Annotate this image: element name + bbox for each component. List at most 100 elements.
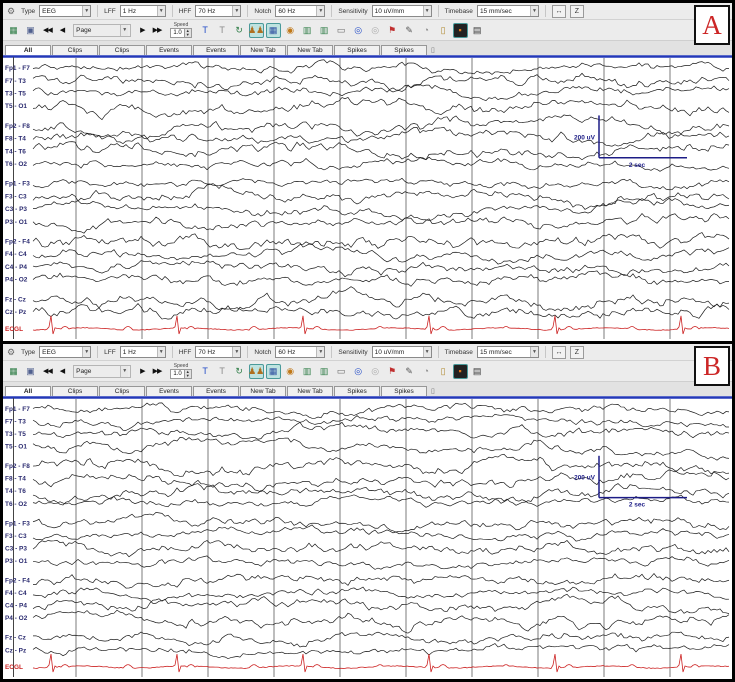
tab-events[interactable]: Events: [146, 45, 192, 55]
zoom-out-icon[interactable]: ◎: [368, 23, 383, 38]
type-select[interactable]: EEG▼: [39, 346, 91, 358]
separator: [438, 5, 439, 17]
fit-width-button[interactable]: ↔: [552, 5, 566, 18]
new-tab-page-icon[interactable]: ▯: [431, 387, 435, 396]
text-tool-icon[interactable]: T: [215, 23, 230, 38]
fast-forward-button[interactable]: ▶▶: [150, 365, 165, 377]
next-page-button[interactable]: ▶: [137, 365, 147, 377]
montage-table-icon[interactable]: ▦: [266, 364, 281, 379]
montage-table-icon[interactable]: ▦: [266, 23, 281, 38]
tab-new-tab[interactable]: New Tab: [287, 386, 333, 396]
channel-label: T4 - T6: [5, 488, 26, 495]
video-camera-icon[interactable]: ▣: [23, 364, 38, 379]
hff-select[interactable]: 70 Hz▼: [195, 346, 241, 358]
next-page-button[interactable]: ▶: [137, 24, 147, 36]
tab-new-tab[interactable]: New Tab: [287, 45, 333, 55]
settings-gear-icon[interactable]: ⚙: [7, 347, 15, 358]
notch-select[interactable]: 60 Hz▼: [275, 346, 325, 358]
spinner-arrows-icon[interactable]: ▲▼: [184, 29, 191, 37]
tab-clips[interactable]: Clips: [52, 45, 98, 55]
tab-all[interactable]: All: [5, 386, 51, 396]
clipboard-icon[interactable]: ▯: [436, 23, 451, 38]
nav-toolbar: ▦▣ ◀◀ ◀ Page▼ ▶ ▶▶ Speed 1.0▲▼ TT↻♟♟▦◉▥▥…: [3, 20, 732, 41]
chevron-down-icon: ▼: [423, 6, 431, 16]
speed-control[interactable]: Speed 1.0▲▼: [170, 23, 191, 38]
hff-select[interactable]: 70 Hz▼: [195, 5, 241, 17]
notch-select[interactable]: 60 Hz▼: [275, 5, 325, 17]
fast-backward-button[interactable]: ◀◀: [40, 365, 55, 377]
montage-reload-icon[interactable]: ↻: [232, 23, 247, 38]
refresh-button[interactable]: Z: [570, 346, 584, 359]
fast-forward-button[interactable]: ▶▶: [150, 24, 165, 36]
zoom-in-icon[interactable]: ◎: [351, 364, 366, 379]
printer-icon[interactable]: ▭: [334, 23, 349, 38]
screen-copy-icon[interactable]: ▥: [317, 23, 332, 38]
channel-label: Fp2 - F8: [5, 463, 30, 470]
zoom-in-icon[interactable]: ◎: [351, 23, 366, 38]
tab-spikes[interactable]: Spikes: [381, 386, 427, 396]
eeg-display-area[interactable]: Fp1 - F7F7 - T3T3 - T5T5 - O1Fp2 - F8F8 …: [3, 396, 732, 679]
tab-new-tab[interactable]: New Tab: [240, 45, 286, 55]
timebase-select[interactable]: 15 mm/sec▼: [477, 346, 539, 358]
type-select[interactable]: EEG▼: [39, 5, 91, 17]
spinner-arrows-icon[interactable]: ▲▼: [184, 370, 191, 378]
screen-share-icon[interactable]: ▥: [300, 364, 315, 379]
tab-clips[interactable]: Clips: [99, 45, 145, 55]
record-icon[interactable]: ◉: [283, 23, 298, 38]
tab-events[interactable]: Events: [193, 45, 239, 55]
settings-gear-icon[interactable]: ⚙: [7, 6, 15, 17]
new-tab-page-icon[interactable]: ▯: [431, 46, 435, 55]
previous-page-button[interactable]: ◀: [57, 365, 67, 377]
page-select[interactable]: Page▼: [73, 24, 131, 37]
tab-clips[interactable]: Clips: [99, 386, 145, 396]
clock-icon[interactable]: ◔: [419, 23, 434, 38]
tab-spikes[interactable]: Spikes: [334, 45, 380, 55]
sticky-note-icon[interactable]: ▪: [453, 23, 468, 38]
tab-spikes[interactable]: Spikes: [381, 45, 427, 55]
text-tool-icon[interactable]: T: [215, 364, 230, 379]
tab-events[interactable]: Events: [146, 386, 192, 396]
speed-control[interactable]: Speed 1.0▲▼: [170, 364, 191, 379]
montage-grid-icon[interactable]: ▦: [6, 23, 21, 38]
eeg-trace-Fp2-F4: [33, 574, 729, 589]
annotation-flag-icon[interactable]: ⚑: [385, 23, 400, 38]
annotate-text-icon[interactable]: T: [198, 364, 213, 379]
lff-select[interactable]: 1 Hz▼: [120, 346, 166, 358]
patients-icon[interactable]: ♟♟: [249, 23, 264, 38]
timebase-select[interactable]: 15 mm/sec▼: [477, 5, 539, 17]
video-camera-icon[interactable]: ▣: [23, 23, 38, 38]
fast-backward-button[interactable]: ◀◀: [40, 24, 55, 36]
zoom-out-icon[interactable]: ◎: [368, 364, 383, 379]
signature-icon[interactable]: ✎: [402, 23, 417, 38]
record-icon[interactable]: ◉: [283, 364, 298, 379]
monitor-icon[interactable]: ▤: [470, 23, 485, 38]
tab-new-tab[interactable]: New Tab: [240, 386, 286, 396]
patients-icon[interactable]: ♟♟: [249, 364, 264, 379]
tab-clips[interactable]: Clips: [52, 386, 98, 396]
lff-select[interactable]: 1 Hz▼: [120, 5, 166, 17]
clock-icon[interactable]: ◔: [419, 364, 434, 379]
clipboard-icon[interactable]: ▯: [436, 364, 451, 379]
sensitivity-select[interactable]: 10 uV/mm▼: [372, 5, 432, 17]
montage-grid-icon[interactable]: ▦: [6, 364, 21, 379]
screen-copy-icon[interactable]: ▥: [317, 364, 332, 379]
chevron-down-icon: ▼: [530, 347, 538, 357]
montage-reload-icon[interactable]: ↻: [232, 364, 247, 379]
fit-width-button[interactable]: ↔: [552, 346, 566, 359]
sensitivity-select[interactable]: 10 uV/mm▼: [372, 346, 432, 358]
tab-events[interactable]: Events: [193, 386, 239, 396]
separator: [331, 5, 332, 17]
annotation-flag-icon[interactable]: ⚑: [385, 364, 400, 379]
eeg-display-area[interactable]: Fp1 - F7F7 - T3T3 - T5T5 - O1Fp2 - F8F8 …: [3, 55, 732, 341]
annotate-text-icon[interactable]: T: [198, 23, 213, 38]
signature-icon[interactable]: ✎: [402, 364, 417, 379]
tab-all[interactable]: All: [5, 45, 51, 55]
monitor-icon[interactable]: ▤: [470, 364, 485, 379]
printer-icon[interactable]: ▭: [334, 364, 349, 379]
screen-share-icon[interactable]: ▥: [300, 23, 315, 38]
refresh-button[interactable]: Z: [570, 5, 584, 18]
previous-page-button[interactable]: ◀: [57, 24, 67, 36]
tab-spikes[interactable]: Spikes: [334, 386, 380, 396]
sticky-note-icon[interactable]: ▪: [453, 364, 468, 379]
page-select[interactable]: Page▼: [73, 365, 131, 378]
